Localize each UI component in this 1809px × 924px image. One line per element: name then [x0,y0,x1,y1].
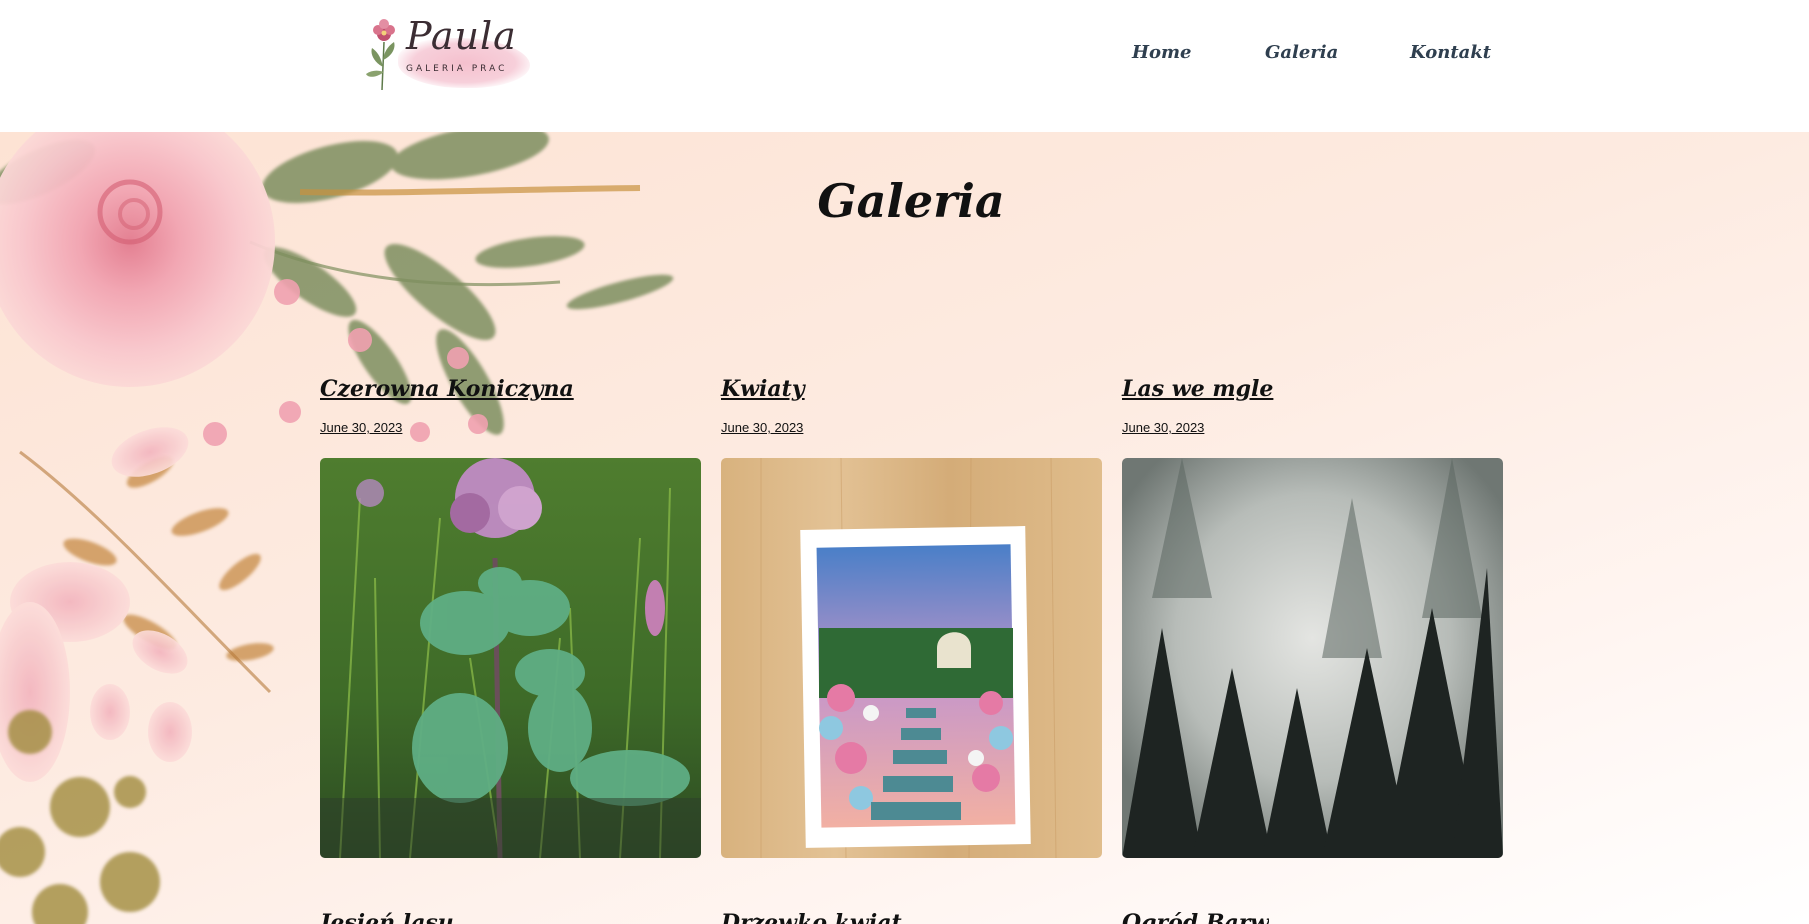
gallery-post: Czerowna Koniczyna June 30, 2023 [320,376,701,858]
gallery-section: Galeria Czerowna Koniczyna June 30, 2023 [0,132,1809,924]
post-thumbnail-clover[interactable] [320,458,701,858]
site-logo[interactable]: Paula GALERIA PRAC [362,12,532,92]
site-header: Paula GALERIA PRAC Home Galeria Kontakt [0,0,1809,132]
post-thumbnail-kwiaty[interactable] [721,458,1102,858]
gallery-post: Las we mgle June 30, 2023 [1122,376,1503,858]
post-title-link[interactable]: Las we mgle [1122,376,1503,402]
post-date-link[interactable]: June 30, 2023 [1122,420,1503,435]
post-title-link[interactable]: Kwiaty [721,376,1102,402]
post-title-link[interactable]: Drzewko kwiat [721,910,902,924]
post-title-link[interactable]: Jesień lasu [320,910,454,924]
clover-painting-icon [320,458,701,858]
logo-flower-icon [366,19,395,91]
post-title-link[interactable]: Ogród Barw [1122,910,1269,924]
page-title: Galeria [817,174,1005,228]
logo-script-text: Paula [406,14,517,58]
post-date-link[interactable]: June 30, 2023 [721,420,1102,435]
nav-kontakt-link[interactable]: Kontakt [1410,42,1491,63]
misty-forest-painting-icon [1122,458,1503,858]
logo-subtitle: GALERIA PRAC [406,64,508,74]
post-date-link[interactable]: June 30, 2023 [320,420,701,435]
nav-galeria-link[interactable]: Galeria [1265,42,1338,63]
gallery-post: Kwiaty June 30, 2023 [721,376,1102,858]
nav-home-link[interactable]: Home [1132,42,1192,63]
post-title-link[interactable]: Czerowna Koniczyna [320,376,701,402]
flower-garden-painting-icon [721,458,1102,858]
post-thumbnail-las[interactable] [1122,458,1503,858]
